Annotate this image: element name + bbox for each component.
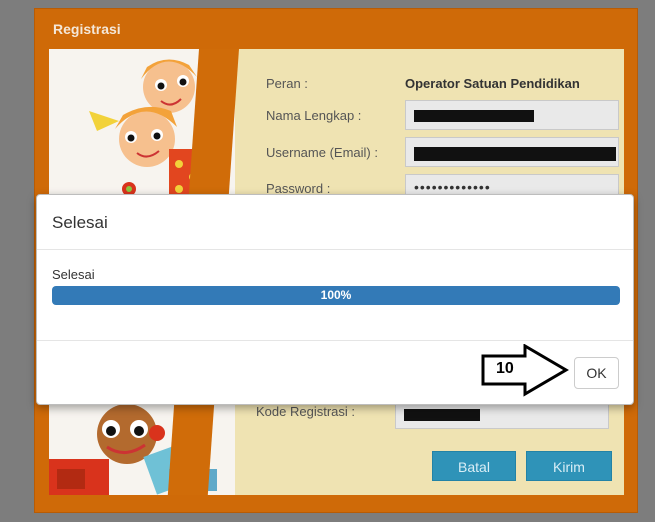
redacted-value [414,147,616,161]
annotation-arrow-icon [481,344,569,397]
ok-button[interactable]: OK [574,357,619,389]
label-kode-registrasi: Kode Registrasi : [256,404,355,419]
label-nama-lengkap: Nama Lengkap : [266,108,362,123]
label-username: Username (Email) : [266,145,378,160]
progress-track: 100% [52,286,620,305]
peran-value: Operator Satuan Pendidikan [405,76,580,91]
window-title: Registrasi [53,21,121,37]
label-peran: Peran : [266,76,308,91]
batal-button[interactable]: Batal [432,451,516,481]
dialog-header-divider [37,249,633,250]
redacted-value [404,409,480,421]
dialog-title: Selesai [52,213,108,232]
kirim-button[interactable]: Kirim [526,451,612,481]
annotation-step-number: 10 [496,360,514,377]
progress-bar: 100% [52,286,620,305]
redacted-value [414,110,534,122]
dialog-footer-divider [37,340,633,341]
username-email-field[interactable] [405,137,619,167]
dialog-status-text: Selesai [52,267,95,282]
nama-lengkap-field[interactable] [405,100,619,130]
